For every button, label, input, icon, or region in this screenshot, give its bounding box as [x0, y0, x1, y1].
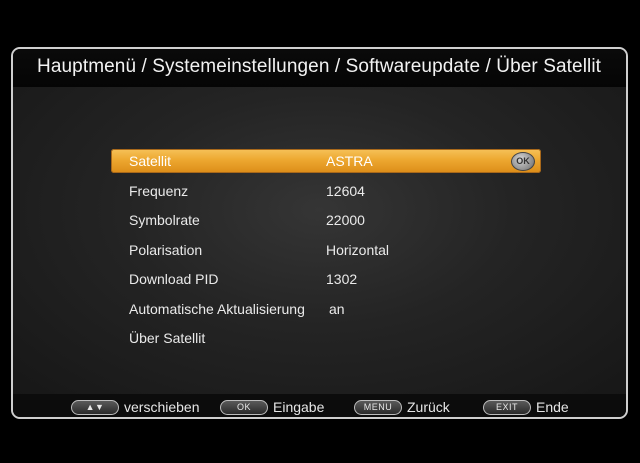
- menu-item-label: Download PID: [129, 271, 219, 287]
- menu-panel: Satellit ASTRA OK Frequenz 12604 Symbolr…: [13, 87, 626, 394]
- menu-key-icon: MENU: [354, 399, 402, 415]
- hint-exit-label: Ende: [536, 399, 569, 415]
- hint-move-label: verschieben: [124, 399, 200, 415]
- ok-key-icon: OK: [220, 399, 268, 415]
- ok-icon[interactable]: OK: [511, 152, 535, 171]
- menu-item-value: an: [329, 300, 345, 317]
- hint-exit: EXIT Ende: [483, 398, 569, 416]
- up-down-key-icon: ▲▼: [71, 399, 119, 415]
- menu-item-value: ASTRA: [326, 153, 373, 169]
- menu-item-symbolrate[interactable]: Symbolrate 22000: [111, 208, 541, 232]
- key-hint-bar: ▲▼ verschieben OK Eingabe MENU Zurück EX…: [13, 394, 626, 417]
- menu-item-value: 12604: [326, 182, 365, 199]
- hint-menu-label: Zurück: [407, 399, 450, 415]
- menu-item-label: Satellit: [129, 153, 172, 169]
- exit-key-icon: EXIT: [483, 399, 531, 415]
- breadcrumb-title: Hauptmenü / Systemeinstellungen / Softwa…: [37, 56, 602, 77]
- hint-ok-label: Eingabe: [273, 399, 325, 415]
- menu-window: Hauptmenü / Systemeinstellungen / Softwa…: [11, 47, 628, 419]
- menu-item-download-pid[interactable]: Download PID 1302: [111, 267, 541, 291]
- menu-item-label: Automatische Aktualisierung: [129, 300, 305, 317]
- menu-item-label: Polarisation: [129, 241, 203, 258]
- menu-item-label: Symbolrate: [129, 212, 200, 228]
- settings-list: Satellit ASTRA OK Frequenz 12604 Symbolr…: [111, 149, 541, 356]
- menu-item-value: 22000: [326, 212, 365, 228]
- menu-item-frequenz[interactable]: Frequenz 12604: [111, 179, 541, 203]
- menu-item-value: Horizontal: [326, 241, 390, 258]
- menu-item-label: Über Satellit: [129, 330, 206, 346]
- menu-item-label: Frequenz: [129, 182, 189, 199]
- hint-ok: OK Eingabe: [220, 398, 324, 416]
- header-bar: Hauptmenü / Systemeinstellungen / Softwa…: [13, 49, 626, 87]
- menu-item-value: 1302: [326, 271, 358, 287]
- menu-item-satellit[interactable]: Satellit ASTRA OK: [111, 149, 541, 173]
- menu-item-auto-update[interactable]: Automatische Aktualisierung an: [111, 297, 541, 321]
- hint-move: ▲▼ verschieben: [71, 398, 200, 416]
- menu-item-ueber-satellit[interactable]: Über Satellit: [111, 326, 541, 350]
- hint-menu: MENU Zurück: [354, 398, 450, 416]
- menu-item-polarisation[interactable]: Polarisation Horizontal: [111, 238, 541, 262]
